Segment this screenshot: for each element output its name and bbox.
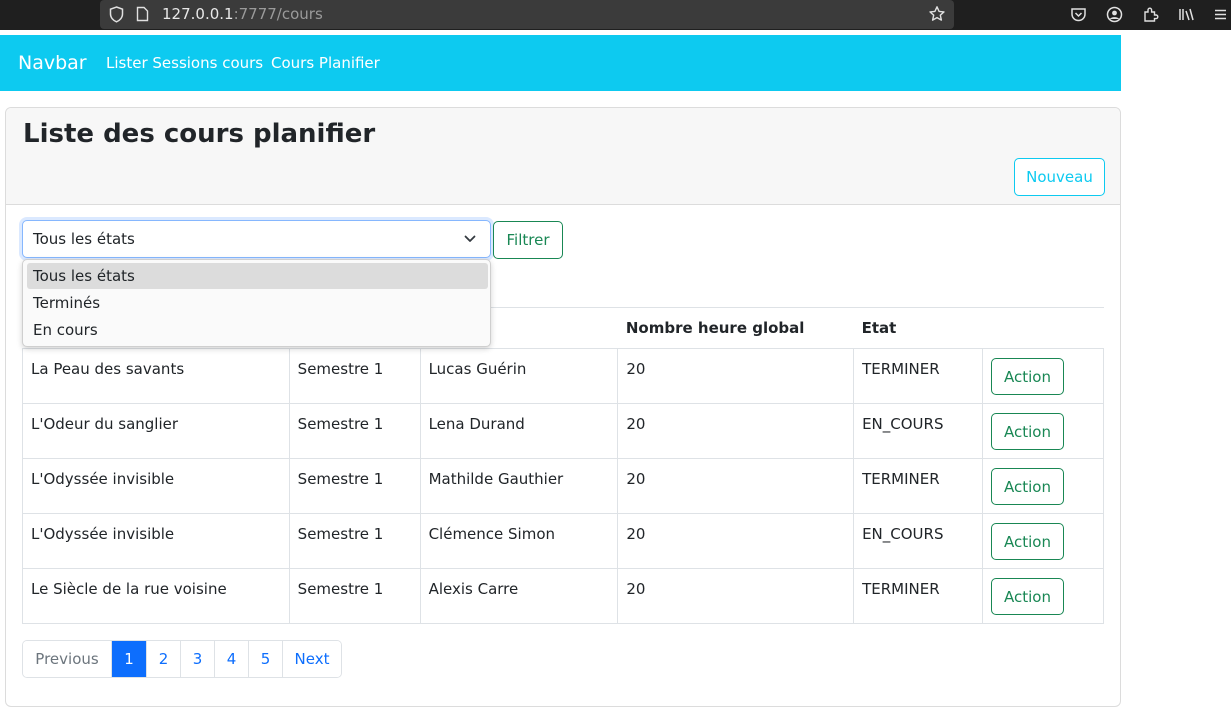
- cell-title: Le Siècle de la rue voisine: [22, 568, 290, 624]
- browser-toolbar: 127.0.0.1:7777/cours: [0, 0, 1231, 30]
- header-nombre-heure: Nombre heure global: [617, 307, 854, 349]
- action-button[interactable]: Action: [991, 413, 1065, 450]
- action-button[interactable]: Action: [991, 468, 1065, 505]
- account-icon[interactable]: [1106, 6, 1123, 23]
- page-title: Liste des cours planifier: [23, 119, 376, 149]
- cell-heures: 20: [617, 513, 855, 569]
- table-row: L'Odeur du sanglier Semestre 1 Lena Dura…: [22, 403, 1104, 459]
- nav-link-cours-planifier[interactable]: Cours Planifier: [271, 54, 380, 72]
- etat-select[interactable]: Tous les états: [22, 220, 491, 258]
- navbar: Navbar Lister Sessions cours Cours Plani…: [0, 35, 1121, 91]
- table-row: L'Odyssée invisible Semestre 1 Clémence …: [22, 513, 1104, 569]
- etat-dropdown: Tous les états Terminés En cours: [22, 259, 491, 347]
- library-icon[interactable]: [1178, 6, 1195, 23]
- table-row: La Peau des savants Semestre 1 Lucas Gué…: [22, 348, 1104, 404]
- pagination-page-4[interactable]: 4: [214, 641, 248, 677]
- pagination: Previous 1 2 3 4 5 Next: [22, 640, 342, 678]
- select-value: Tous les états: [33, 230, 135, 248]
- cell-title: L'Odeur du sanglier: [22, 403, 290, 459]
- option-termines[interactable]: Terminés: [27, 290, 488, 316]
- option-en-cours[interactable]: En cours: [27, 317, 488, 343]
- pagination-page-1[interactable]: 1: [111, 641, 146, 677]
- url-path: :7777/cours: [233, 5, 323, 23]
- cell-action: Action: [982, 348, 1104, 404]
- cell-etat: TERMINER: [853, 348, 984, 404]
- cell-professeur: Lucas Guérin: [419, 348, 619, 404]
- cell-etat: TERMINER: [853, 458, 984, 514]
- url-host: 127.0.0.1: [162, 5, 234, 23]
- header-etat: Etat: [853, 307, 983, 349]
- action-button[interactable]: Action: [991, 578, 1065, 615]
- cours-table: eur Nombre heure global Etat La Peau des…: [22, 307, 1104, 624]
- cell-heures: 20: [617, 348, 855, 404]
- card-header: Liste des cours planifier Nouveau: [6, 108, 1120, 205]
- pagination-page-2[interactable]: 2: [146, 641, 180, 677]
- action-button[interactable]: Action: [991, 358, 1065, 395]
- pagination-previous[interactable]: Previous: [23, 641, 111, 677]
- filter-button[interactable]: Filtrer: [493, 221, 563, 259]
- extensions-icon[interactable]: [1142, 6, 1159, 23]
- cell-action: Action: [982, 513, 1104, 569]
- cell-action: Action: [982, 568, 1104, 624]
- cell-professeur: Mathilde Gauthier: [419, 458, 619, 514]
- table-row: Le Siècle de la rue voisine Semestre 1 A…: [22, 568, 1104, 624]
- navbar-brand[interactable]: Navbar: [18, 52, 87, 74]
- chevron-down-icon: [464, 235, 476, 242]
- menu-icon[interactable]: [1212, 6, 1229, 23]
- page-icon: [136, 6, 149, 22]
- pocket-icon[interactable]: [1070, 6, 1087, 23]
- cell-professeur: Lena Durand: [419, 403, 619, 459]
- cell-semestre: Semestre 1: [288, 348, 421, 404]
- cell-semestre: Semestre 1: [288, 513, 421, 569]
- header-action: [982, 307, 1104, 349]
- cell-title: La Peau des savants: [22, 348, 290, 404]
- option-tous-les-etats[interactable]: Tous les états: [27, 263, 488, 289]
- url-text[interactable]: 127.0.0.1:7777/cours: [162, 5, 323, 23]
- nav-link-lister-sessions[interactable]: Lister Sessions cours: [106, 54, 263, 72]
- pagination-page-5[interactable]: 5: [248, 641, 282, 677]
- new-button[interactable]: Nouveau: [1014, 158, 1105, 196]
- cell-action: Action: [982, 458, 1104, 514]
- table-row: L'Odyssée invisible Semestre 1 Mathilde …: [22, 458, 1104, 514]
- cell-heures: 20: [617, 458, 855, 514]
- action-button[interactable]: Action: [991, 523, 1065, 560]
- shield-icon[interactable]: [109, 6, 124, 23]
- cell-title: L'Odyssée invisible: [22, 458, 290, 514]
- cell-heures: 20: [617, 403, 855, 459]
- cell-professeur: Alexis Carre: [419, 568, 619, 624]
- cell-etat: TERMINER: [853, 568, 984, 624]
- pagination-page-3[interactable]: 3: [180, 641, 214, 677]
- cell-semestre: Semestre 1: [288, 568, 421, 624]
- cell-semestre: Semestre 1: [288, 403, 421, 459]
- pagination-next[interactable]: Next: [282, 641, 341, 677]
- cell-heures: 20: [617, 568, 855, 624]
- address-bar[interactable]: 127.0.0.1:7777/cours: [100, 0, 954, 29]
- cell-title: L'Odyssée invisible: [22, 513, 290, 569]
- cell-etat: EN_COURS: [853, 513, 984, 569]
- cell-action: Action: [982, 403, 1104, 459]
- cell-semestre: Semestre 1: [288, 458, 421, 514]
- cell-etat: EN_COURS: [853, 403, 984, 459]
- cell-professeur: Clémence Simon: [419, 513, 619, 569]
- bookmark-star-icon[interactable]: [928, 5, 946, 23]
